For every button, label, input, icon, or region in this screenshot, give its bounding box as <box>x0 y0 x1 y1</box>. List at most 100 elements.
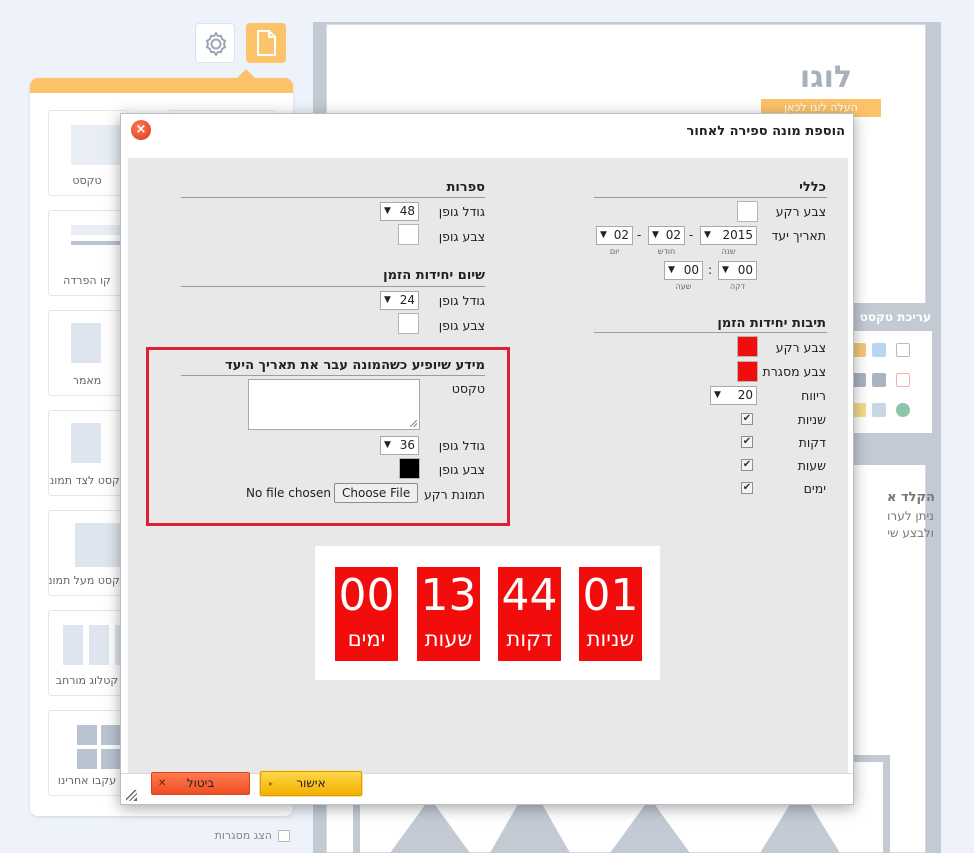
hour-caption: שעה <box>675 282 692 291</box>
text-block-heading: הקלד א <box>886 490 935 505</box>
hour-select[interactable]: ▼ 00 <box>664 261 703 280</box>
seconds-checkbox[interactable]: ✔ <box>741 413 753 425</box>
preview-hours-value: 13 <box>420 570 477 621</box>
minute-caption: דקה <box>729 282 746 291</box>
settings-button[interactable] <box>195 23 235 63</box>
unit-names-font-color-picker[interactable] <box>398 313 419 334</box>
tile-label: טקסט מעל תמונה <box>48 574 127 587</box>
hours-checkbox[interactable]: ✔ <box>741 459 753 471</box>
highlight-box <box>146 347 510 526</box>
digits-section-title: ספרות <box>446 180 485 195</box>
preview-hours-label: שעות <box>424 627 473 651</box>
digits-font-size-label: גודל גופן <box>438 204 485 219</box>
facebook-icon <box>77 725 97 745</box>
resize-grip-icon[interactable] <box>126 790 137 801</box>
binoculars-icon[interactable] <box>872 403 886 417</box>
element-tile-divider[interactable]: קו הפרדה <box>48 210 128 296</box>
seconds-check-label: שניות <box>797 412 826 427</box>
minutes-checkbox[interactable]: ✔ <box>741 436 753 448</box>
google-plus-icon <box>77 749 97 769</box>
gear-icon <box>205 31 227 57</box>
tile-label: טקסט <box>72 174 102 187</box>
box-border-color-picker[interactable] <box>737 361 758 382</box>
show-borders-toggle[interactable]: הצג מסגרות <box>160 829 290 845</box>
document-icon[interactable] <box>896 343 910 357</box>
year-select[interactable]: ▼ 2015 <box>700 226 757 245</box>
special-char-icon[interactable] <box>852 403 866 417</box>
digits-font-size-select[interactable]: ▼ 48 <box>380 202 419 221</box>
target-date-label: תאריך יעד <box>771 228 826 243</box>
general-section-title: כללי <box>799 180 826 195</box>
spacing-label: ריווח <box>801 388 826 403</box>
page-icon <box>257 30 276 56</box>
element-tile-text-beside-image[interactable]: טקסט לצד תמונה <box>48 410 128 496</box>
day-caption: יום <box>609 247 620 256</box>
year-caption: שנה <box>721 247 736 256</box>
month-caption: חודש <box>657 247 676 256</box>
section-divider <box>181 197 485 198</box>
eraser-icon[interactable] <box>872 343 886 357</box>
cancel-button[interactable]: ✕ ביטול <box>151 772 250 795</box>
unit-names-font-color-label: צבע גופן <box>438 318 485 333</box>
unit-names-font-size-select[interactable]: ▼ 24 <box>380 291 419 310</box>
close-button[interactable]: × <box>131 120 151 140</box>
preview-days-box: 00 ימים <box>335 567 398 661</box>
element-tile-text[interactable]: טקסט <box>48 110 128 196</box>
tile-label: מאמר <box>72 374 102 387</box>
bg-color-label: צבע רקע <box>775 204 826 219</box>
ok-label: אישור <box>296 776 326 790</box>
preview-seconds-label: שניות <box>586 627 635 651</box>
month-select[interactable]: ▼ 02 <box>648 226 685 245</box>
day-select[interactable]: ▼ 02 <box>596 226 633 245</box>
show-borders-checkbox[interactable] <box>278 830 290 842</box>
element-tile-article[interactable]: מאמר <box>48 310 128 396</box>
unit-names-section-title: שיום יחידות הזמן <box>383 268 485 283</box>
minute-select[interactable]: ▼ 00 <box>718 261 757 280</box>
element-tile-text-above-image[interactable]: טקסט מעל תמונה <box>48 510 128 596</box>
time-separator: : <box>708 263 713 277</box>
preview-minutes-value: 44 <box>501 570 558 621</box>
date-separator: - <box>689 228 694 242</box>
logo-placeholder[interactable]: לוגו <box>798 60 854 95</box>
globe-icon[interactable] <box>896 403 910 417</box>
text-block-line: ולבצע שי <box>887 526 934 540</box>
days-check-label: ימים <box>803 481 826 496</box>
preview-seconds-box: 01 שניות <box>579 567 642 661</box>
box-bg-color-label: צבע רקע <box>775 340 826 355</box>
preview-hours-box: 13 שעות <box>417 567 480 661</box>
days-checkbox[interactable]: ✔ <box>741 482 753 494</box>
frame-icon[interactable] <box>896 373 910 387</box>
section-divider <box>594 197 827 198</box>
preview-seconds-value: 01 <box>582 570 639 621</box>
page-button[interactable] <box>246 23 286 63</box>
cancel-label: ביטול <box>186 776 215 790</box>
table-icon[interactable] <box>852 373 866 387</box>
bg-color-picker[interactable] <box>737 201 758 222</box>
digits-font-color-label: צבע גופן <box>438 229 485 244</box>
tile-label: עקבו אחרינו <box>57 774 117 787</box>
minutes-check-label: דקות <box>798 435 826 450</box>
preview-days-label: ימים <box>347 627 386 651</box>
image-icon[interactable] <box>872 373 886 387</box>
show-borders-label: הצג מסגרות <box>214 829 272 842</box>
element-tile-social[interactable]: עקבו אחרינו <box>48 710 128 796</box>
element-tile-catalog[interactable]: קטלוג מורחב <box>48 610 128 696</box>
box-bg-color-picker[interactable] <box>737 336 758 357</box>
arrow-right-icon: ▸ <box>269 779 274 788</box>
text-panel-title: עריכת טקסט <box>859 310 931 324</box>
twitter-icon <box>101 725 121 745</box>
paste-icon[interactable] <box>852 343 866 357</box>
ok-button[interactable]: ▸ אישור <box>260 771 362 796</box>
text-block-line: ניתן לערו <box>887 509 934 523</box>
date-separator: - <box>637 228 642 242</box>
section-divider <box>181 286 485 287</box>
tile-label: קו הפרדה <box>63 274 111 287</box>
unit-boxes-section-title: תיבות יחידות הזמן <box>717 316 826 331</box>
preview-days-value: 00 <box>338 570 395 621</box>
section-divider <box>594 332 827 333</box>
dialog-title: הוספת מונה ספירה לאחור <box>686 124 845 139</box>
spacing-select[interactable]: ▼ 20 <box>710 386 757 405</box>
box-border-color-label: צבע מסגרת <box>762 364 826 379</box>
panel-notch <box>236 69 256 79</box>
digits-font-color-picker[interactable] <box>398 224 419 245</box>
